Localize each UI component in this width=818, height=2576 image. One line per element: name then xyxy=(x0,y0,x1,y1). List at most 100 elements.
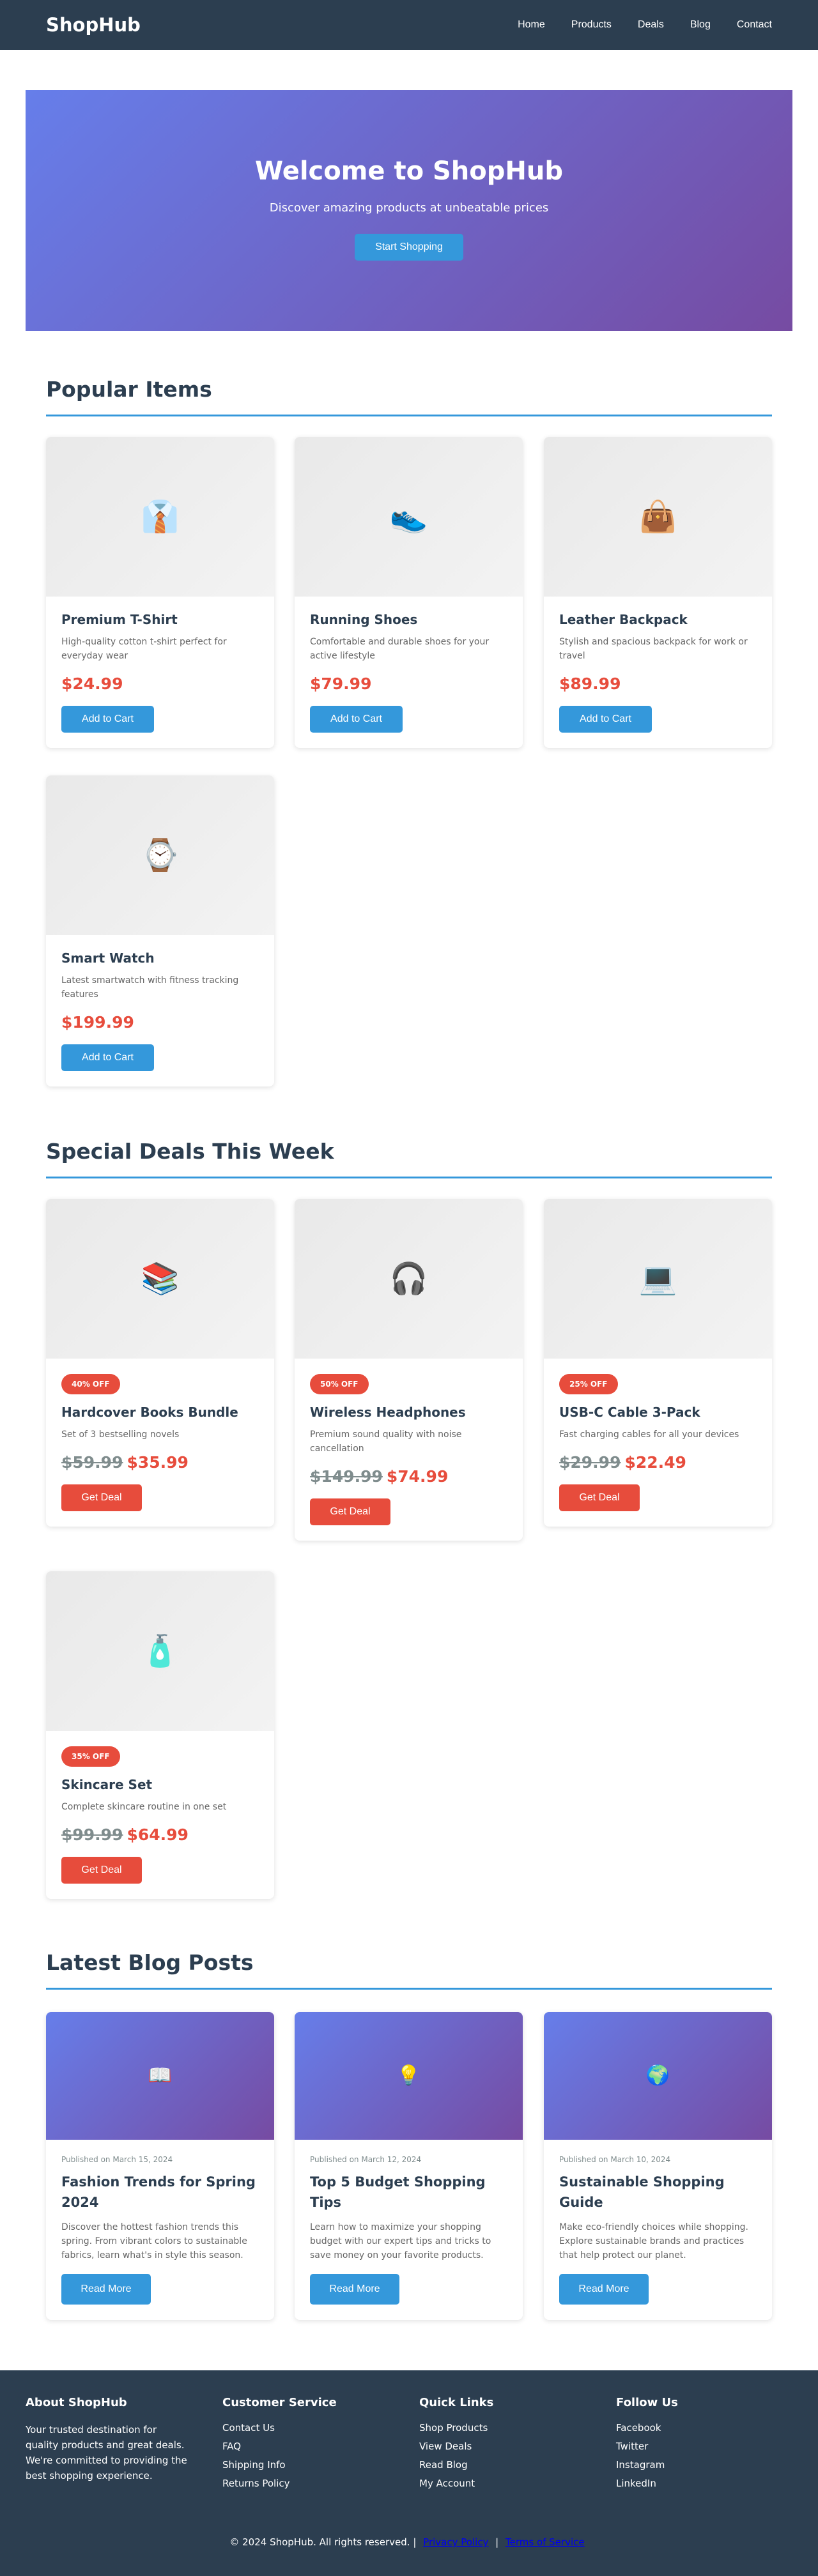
blog-excerpt: Learn how to maximize your shopping budg… xyxy=(310,2222,491,2260)
product-description: Latest smartwatch with fitness tracking … xyxy=(61,975,239,1000)
sale-price: $22.49 xyxy=(624,1453,686,1472)
original-price: $149.99 xyxy=(310,1467,383,1486)
footer-link-my-account[interactable]: My Account xyxy=(419,2478,493,2489)
nav-link-products[interactable]: Products xyxy=(571,19,612,31)
footer-link-view-deals[interactable]: View Deals xyxy=(419,2441,493,2452)
sale-price: $64.99 xyxy=(127,1825,189,1844)
blog-card: 📖 Published on March 15, 2024 Fashion Tr… xyxy=(46,2012,274,2320)
footer-service-title: Customer Service xyxy=(222,2396,337,2409)
blog-image: 📖 xyxy=(46,2012,274,2140)
blog-date: Published on March 10, 2024 xyxy=(559,2155,671,2164)
read-more-button[interactable]: Read More xyxy=(61,2274,151,2305)
read-more-button[interactable]: Read More xyxy=(310,2274,399,2305)
blog-card: 💡 Published on March 12, 2024 Top 5 Budg… xyxy=(295,2012,523,2320)
deal-name: Wireless Headphones xyxy=(310,1405,466,1420)
nav-link-contact[interactable]: Contact xyxy=(737,19,772,31)
deal-description: Set of 3 bestselling novels xyxy=(61,1429,180,1440)
footer-link-returns-policy[interactable]: Returns Policy xyxy=(222,2478,337,2489)
blog-excerpt: Make eco-friendly choices while shopping… xyxy=(559,2222,748,2260)
product-description: Stylish and spacious backpack for work o… xyxy=(559,637,748,661)
add-to-cart-button[interactable]: Add to Cart xyxy=(310,706,403,733)
nav-links: Home Products Deals Blog Contact xyxy=(491,19,772,31)
footer-link-shipping-info[interactable]: Shipping Info xyxy=(222,2459,337,2471)
copyright-text: © 2024 ShopHub. All rights reserved. xyxy=(229,2536,410,2548)
deal-card: 📚 40% OFF Hardcover Books Bundle Set of … xyxy=(46,1199,274,1527)
hero-banner: Welcome to ShopHub Discover amazing prod… xyxy=(26,90,792,331)
blog-title[interactable]: Sustainable Shopping Guide xyxy=(559,2172,757,2213)
blog-excerpt: Discover the hottest fashion trends this… xyxy=(61,2222,247,2260)
add-to-cart-button[interactable]: Add to Cart xyxy=(61,706,154,733)
footer-follow-title: Follow Us xyxy=(616,2396,678,2409)
product-image: 👟 xyxy=(295,437,523,597)
footer-link-twitter[interactable]: Twitter xyxy=(616,2441,678,2452)
deal-description: Premium sound quality with noise cancell… xyxy=(310,1429,462,1454)
start-shopping-button[interactable]: Start Shopping xyxy=(355,234,463,261)
blog-image: 🌍 xyxy=(544,2012,772,2140)
logo[interactable]: ShopHub xyxy=(46,14,141,36)
nav-link-home[interactable]: Home xyxy=(518,19,545,31)
get-deal-button[interactable]: Get Deal xyxy=(310,1498,390,1525)
footer-quick-title: Quick Links xyxy=(419,2396,494,2409)
footer-link-read-blog[interactable]: Read Blog xyxy=(419,2459,493,2471)
discount-badge: 25% OFF xyxy=(559,1374,618,1394)
shoe-icon: 👟 xyxy=(389,499,428,535)
nav-link-blog[interactable]: Blog xyxy=(690,19,711,31)
blog-title[interactable]: Top 5 Budget Shopping Tips xyxy=(310,2172,507,2213)
footer-link-shop-products[interactable]: Shop Products xyxy=(419,2422,493,2434)
sale-price: $35.99 xyxy=(127,1453,189,1472)
privacy-policy-link[interactable]: Privacy Policy xyxy=(423,2536,488,2548)
product-price: $199.99 xyxy=(61,1013,134,1032)
discount-badge: 50% OFF xyxy=(310,1374,369,1394)
get-deal-button[interactable]: Get Deal xyxy=(559,1484,640,1511)
blog-card: 🌍 Published on March 10, 2024 Sustainabl… xyxy=(544,2012,772,2320)
deal-price: $149.99 $74.99 xyxy=(310,1467,507,1486)
footer-customer-service: Customer Service Contact Us FAQ Shipping… xyxy=(222,2396,337,2496)
laptop-icon: 💻 xyxy=(638,1261,677,1297)
add-to-cart-button[interactable]: Add to Cart xyxy=(61,1044,154,1071)
deal-description: Fast charging cables for all your device… xyxy=(559,1429,739,1440)
footer-link-linkedin[interactable]: LinkedIn xyxy=(616,2478,678,2489)
popular-section-title: Popular Items xyxy=(46,377,772,416)
footer: About ShopHub Your trusted destination f… xyxy=(0,2370,818,2576)
deal-name: Skincare Set xyxy=(61,1777,153,1792)
deal-image: 🎧 xyxy=(295,1199,523,1359)
book-icon: 📖 xyxy=(148,2064,173,2087)
footer-link-contact-us[interactable]: Contact Us xyxy=(222,2422,337,2434)
product-price: $89.99 xyxy=(559,674,621,693)
footer-about: About ShopHub Your trusted destination f… xyxy=(26,2396,192,2483)
product-description: Comfortable and durable shoes for your a… xyxy=(310,637,490,661)
footer-follow-us: Follow Us Facebook Twitter Instagram Lin… xyxy=(616,2396,678,2496)
deal-image: 🧴 xyxy=(46,1571,274,1731)
blog-title[interactable]: Fashion Trends for Spring 2024 xyxy=(61,2172,259,2213)
footer-link-faq[interactable]: FAQ xyxy=(222,2441,337,2452)
read-more-button[interactable]: Read More xyxy=(559,2274,649,2305)
product-name: Running Shoes xyxy=(310,612,418,627)
product-card: 👟 Running Shoes Comfortable and durable … xyxy=(295,437,523,748)
deal-card: 💻 25% OFF USB-C Cable 3-Pack Fast chargi… xyxy=(544,1199,772,1527)
books-icon: 📚 xyxy=(141,1261,180,1297)
separator: | xyxy=(495,2536,499,2548)
deal-price: $29.99 $22.49 xyxy=(559,1453,757,1472)
footer-link-facebook[interactable]: Facebook xyxy=(616,2422,678,2434)
deal-price: $99.99 $64.99 xyxy=(61,1825,259,1844)
footer-about-title: About ShopHub xyxy=(26,2396,127,2409)
nav-link-deals[interactable]: Deals xyxy=(638,19,664,31)
get-deal-button[interactable]: Get Deal xyxy=(61,1857,142,1884)
product-card: 👜 Leather Backpack Stylish and spacious … xyxy=(544,437,772,748)
product-name: Premium T-Shirt xyxy=(61,612,178,627)
discount-badge: 40% OFF xyxy=(61,1374,120,1394)
product-price: $79.99 xyxy=(310,674,372,693)
original-price: $99.99 xyxy=(61,1825,123,1844)
add-to-cart-button[interactable]: Add to Cart xyxy=(559,706,652,733)
lightbulb-icon: 💡 xyxy=(396,2064,421,2087)
footer-link-instagram[interactable]: Instagram xyxy=(616,2459,678,2471)
product-price: $24.99 xyxy=(61,674,123,693)
get-deal-button[interactable]: Get Deal xyxy=(61,1484,142,1511)
discount-badge: 35% OFF xyxy=(61,1746,120,1767)
deal-card: 🧴 35% OFF Skincare Set Complete skincare… xyxy=(46,1571,274,1899)
product-image: ⌚ xyxy=(46,775,274,935)
product-name: Smart Watch xyxy=(61,950,155,966)
navbar: ShopHub Home Products Deals Blog Contact xyxy=(0,0,818,50)
product-image: 👔 xyxy=(46,437,274,597)
terms-of-service-link[interactable]: Terms of Service xyxy=(505,2536,585,2548)
